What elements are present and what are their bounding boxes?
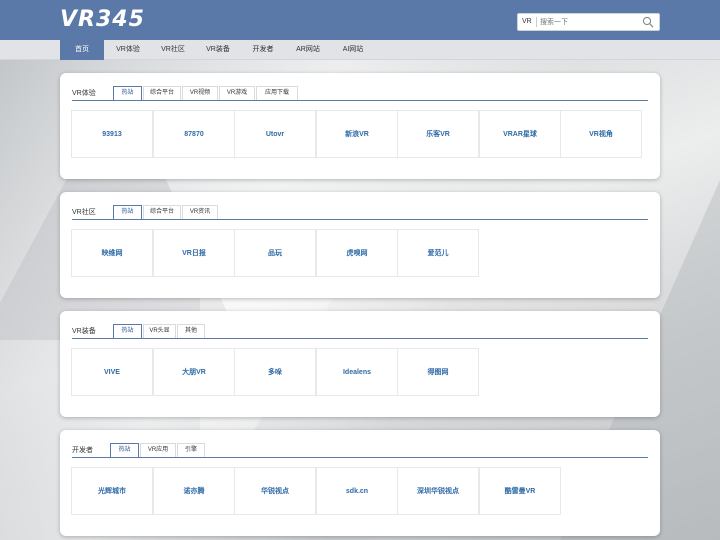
tab-engine[interactable]: 引擎 <box>177 443 205 457</box>
section-title: 开发者 <box>72 447 93 454</box>
section-card-vr-equipment: VR装备 热站 VR头显 其他 VIVE 大朋VR 多哚 Idealens 得图… <box>60 311 660 417</box>
site-link[interactable]: Idealens <box>316 348 398 396</box>
site-link[interactable]: VR日报 <box>153 229 235 277</box>
site-link[interactable]: 酷雷曼VR <box>479 467 561 515</box>
site-link[interactable]: Utovr <box>234 110 316 158</box>
tab-vr-headset[interactable]: VR头显 <box>143 324 176 338</box>
site-link[interactable]: 大朋VR <box>153 348 235 396</box>
nav-item-vr-community[interactable]: VR社区 <box>151 40 195 60</box>
section-title: VR社区 <box>72 209 96 216</box>
tab-underline <box>72 100 648 101</box>
nav-item-ai-sites[interactable]: AI网站 <box>331 40 375 60</box>
tab-vr-video[interactable]: VR视频 <box>182 86 218 100</box>
tab-vr-game[interactable]: VR游戏 <box>219 86 255 100</box>
tab-platform[interactable]: 综合平台 <box>143 205 181 219</box>
nav-item-developer[interactable]: 开发者 <box>241 40 285 60</box>
site-link[interactable]: 新浪VR <box>316 110 398 158</box>
site-link[interactable]: 光辉城市 <box>71 467 153 515</box>
site-link[interactable]: 诺亦腾 <box>153 467 235 515</box>
section-title: VR装备 <box>72 328 96 335</box>
site-link[interactable]: 虎嗅网 <box>316 229 398 277</box>
site-logo[interactable]: VR345 <box>60 8 145 32</box>
tab-other[interactable]: 其他 <box>177 324 205 338</box>
site-link[interactable]: VRAR星球 <box>479 110 561 158</box>
site-link[interactable]: 乐客VR <box>397 110 479 158</box>
main-nav: 首页 VR体验 VR社区 VR装备 开发者 AR网站 AI网站 <box>0 40 720 60</box>
search-icon[interactable] <box>642 16 654 28</box>
top-header: VR345 VR <box>0 0 720 40</box>
section-card-vr-experience: VR体验 热站 综合平台 VR视频 VR游戏 应用下载 93913 87870 … <box>60 73 660 179</box>
search-divider <box>536 17 537 27</box>
nav-item-vr-equipment[interactable]: VR装备 <box>196 40 240 60</box>
tab-underline <box>72 219 648 220</box>
search-box[interactable]: VR <box>517 13 660 31</box>
site-link[interactable]: 93913 <box>71 110 153 158</box>
site-link[interactable]: VIVE <box>71 348 153 396</box>
nav-item-home[interactable]: 首页 <box>60 40 104 60</box>
tab-hot[interactable]: 热站 <box>110 443 139 457</box>
search-input[interactable] <box>540 16 640 28</box>
site-link[interactable]: 映维网 <box>71 229 153 277</box>
tab-vr-news[interactable]: VR资讯 <box>182 205 218 219</box>
site-link[interactable]: 深圳华锐视点 <box>397 467 479 515</box>
tab-platform[interactable]: 综合平台 <box>143 86 181 100</box>
site-link[interactable]: VR视角 <box>560 110 642 158</box>
section-card-developer: 开发者 热站 VR应用 引擎 光辉城市 诺亦腾 华锐视点 sdk.cn 深圳华锐… <box>60 430 660 536</box>
nav-item-ar-sites[interactable]: AR网站 <box>286 40 330 60</box>
site-link[interactable]: 品玩 <box>234 229 316 277</box>
tab-hot[interactable]: 热站 <box>113 205 142 219</box>
tab-app-download[interactable]: 应用下载 <box>256 86 298 100</box>
site-link[interactable]: 多哚 <box>234 348 316 396</box>
site-link[interactable]: sdk.cn <box>316 467 398 515</box>
site-link[interactable]: 华锐视点 <box>234 467 316 515</box>
site-link[interactable]: 爱范儿 <box>397 229 479 277</box>
site-link[interactable]: 得图网 <box>397 348 479 396</box>
tab-hot[interactable]: 热站 <box>113 324 142 338</box>
site-link[interactable]: 87870 <box>153 110 235 158</box>
tab-vr-apps[interactable]: VR应用 <box>140 443 176 457</box>
tab-underline <box>72 338 648 339</box>
search-prefix: VR <box>522 18 532 25</box>
tab-underline <box>72 457 648 458</box>
tab-hot[interactable]: 热站 <box>113 86 142 100</box>
section-card-vr-community: VR社区 热站 综合平台 VR资讯 映维网 VR日报 品玩 虎嗅网 爱范儿 <box>60 192 660 298</box>
nav-item-vr-experience[interactable]: VR体验 <box>106 40 150 60</box>
section-title: VR体验 <box>72 90 96 97</box>
